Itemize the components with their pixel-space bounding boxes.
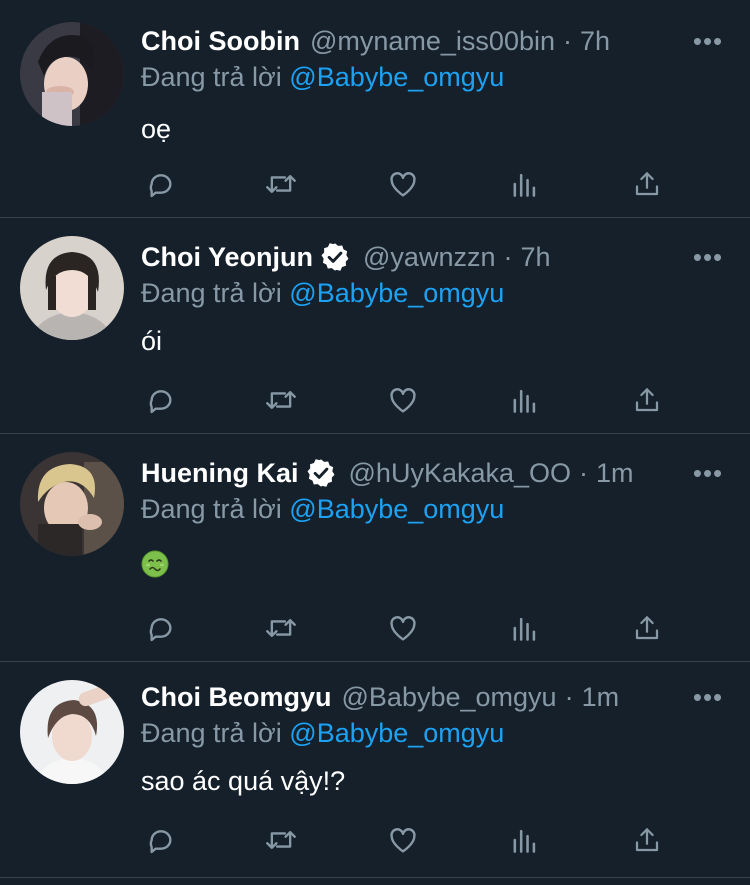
reply-prefix: Đang trả lời: [141, 278, 282, 308]
retweet-icon[interactable]: [261, 164, 301, 204]
heart-icon[interactable]: [383, 608, 423, 648]
analytics-icon[interactable]: [505, 608, 545, 648]
mention-link[interactable]: @Babybe_omgyu: [289, 718, 504, 748]
tweet-text: sao ác quá vậy!?: [141, 766, 346, 796]
mention-link[interactable]: @Babybe_omgyu: [289, 494, 504, 524]
tweet-actions: [141, 380, 671, 420]
tweet[interactable]: Choi Beomgyu @Babybe_omgyu · 1m ••• Đang…: [0, 662, 750, 878]
tweet[interactable]: Choi Yeonjun @yawnzzn · 7h ••• Đang trả …: [0, 218, 750, 434]
nauseated-face-icon: [141, 550, 169, 586]
share-icon[interactable]: [627, 608, 667, 648]
verified-badge-icon: [305, 457, 337, 489]
replying-to: Đang trả lời @Babybe_omgyu: [141, 716, 504, 750]
verified-badge-icon: [319, 241, 351, 273]
replying-to: Đang trả lời @Babybe_omgyu: [141, 60, 504, 94]
tweet-text: [141, 550, 169, 586]
separator: ·: [579, 458, 589, 488]
tweet-actions: [141, 820, 671, 860]
reply-thread: Choi Soobin @myname_iss00bin · 7h ••• Đa…: [0, 0, 750, 885]
tweet-text: ói: [141, 326, 163, 356]
avatar[interactable]: [20, 680, 124, 784]
separator: ·: [503, 242, 513, 272]
share-icon[interactable]: [627, 380, 667, 420]
tweet-header: Choi Soobin @myname_iss00bin · 7h •••: [141, 24, 726, 58]
retweet-icon[interactable]: [261, 820, 301, 860]
display-name[interactable]: Choi Yeonjun: [141, 240, 313, 274]
user-handle[interactable]: @hUyKakaka_OO: [349, 456, 572, 490]
heart-icon[interactable]: [383, 380, 423, 420]
mention-link[interactable]: @Babybe_omgyu: [289, 62, 504, 92]
replying-to: Đang trả lời @Babybe_omgyu: [141, 492, 504, 526]
reply-prefix: Đang trả lời: [141, 62, 282, 92]
timestamp[interactable]: 7h: [580, 24, 610, 58]
analytics-icon[interactable]: [505, 164, 545, 204]
analytics-icon[interactable]: [505, 380, 545, 420]
tweet-actions: [141, 608, 671, 648]
tweet[interactable]: Choi Soobin @myname_iss00bin · 7h ••• Đa…: [0, 0, 750, 218]
tweet-header: Choi Yeonjun @yawnzzn · 7h •••: [141, 240, 726, 274]
timestamp[interactable]: 7h: [520, 240, 550, 274]
timestamp[interactable]: 1m: [596, 456, 634, 490]
tweet-header: Choi Beomgyu @Babybe_omgyu · 1m •••: [141, 680, 726, 714]
user-handle[interactable]: @Babybe_omgyu: [342, 680, 557, 714]
timestamp[interactable]: 1m: [582, 680, 620, 714]
comment-icon[interactable]: [141, 380, 181, 420]
retweet-icon[interactable]: [261, 380, 301, 420]
heart-icon[interactable]: [383, 164, 423, 204]
analytics-icon[interactable]: [505, 820, 545, 860]
display-name[interactable]: Huening Kai: [141, 456, 299, 490]
more-horizontal-icon[interactable]: •••: [690, 456, 726, 490]
reply-prefix: Đang trả lời: [141, 718, 282, 748]
reply-prefix: Đang trả lời: [141, 494, 282, 524]
tweet-text: oẹ: [141, 114, 172, 144]
share-icon[interactable]: [627, 820, 667, 860]
retweet-icon[interactable]: [261, 608, 301, 648]
mention-link[interactable]: @Babybe_omgyu: [289, 278, 504, 308]
heart-icon[interactable]: [383, 820, 423, 860]
more-horizontal-icon[interactable]: •••: [690, 24, 726, 58]
comment-icon[interactable]: [141, 608, 181, 648]
comment-icon[interactable]: [141, 820, 181, 860]
separator: ·: [563, 26, 572, 56]
avatar[interactable]: [20, 22, 124, 126]
user-handle[interactable]: @myname_iss00bin: [310, 24, 555, 58]
avatar[interactable]: [20, 452, 124, 556]
user-handle[interactable]: @yawnzzn: [363, 240, 495, 274]
more-horizontal-icon[interactable]: •••: [690, 240, 726, 274]
replying-to: Đang trả lời @Babybe_omgyu: [141, 276, 504, 310]
tweet-actions: [141, 164, 671, 204]
separator: ·: [564, 682, 574, 712]
share-icon[interactable]: [627, 164, 667, 204]
tweet-header: Huening Kai @hUyKakaka_OO · 1m •••: [141, 456, 726, 490]
tweet[interactable]: Huening Kai @hUyKakaka_OO · 1m ••• Đang …: [0, 434, 750, 662]
display-name[interactable]: Choi Soobin: [141, 24, 300, 58]
display-name[interactable]: Choi Beomgyu: [141, 680, 332, 714]
more-horizontal-icon[interactable]: •••: [690, 680, 726, 714]
comment-icon[interactable]: [141, 164, 181, 204]
avatar[interactable]: [20, 236, 124, 340]
